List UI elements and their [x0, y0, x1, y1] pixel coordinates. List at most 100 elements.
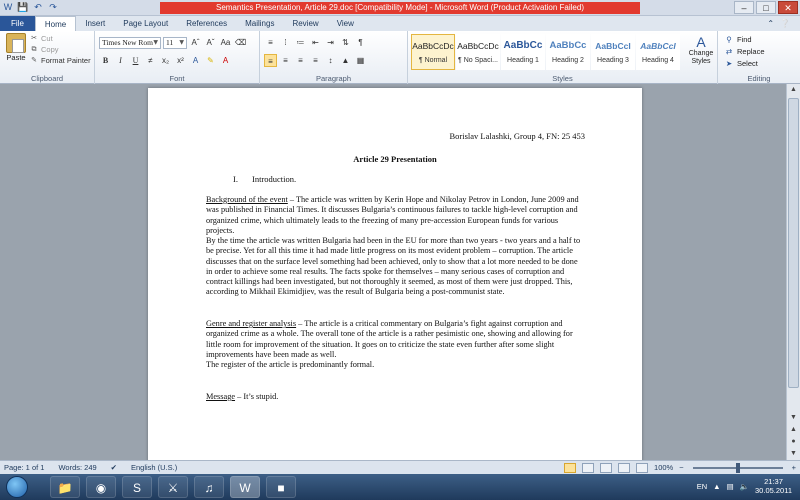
select-button[interactable]: ➤ Select [724, 58, 758, 70]
change-styles-icon: A [696, 34, 706, 50]
maximize-button[interactable]: □ [756, 1, 776, 14]
scroll-up-icon[interactable]: ▲ [787, 84, 800, 96]
bold-button[interactable]: B [99, 54, 112, 67]
author-line: Borislav Lalashki, Group 4, FN: 25 453 [449, 131, 585, 141]
full-screen-view-button[interactable] [582, 462, 595, 473]
style-heading-2[interactable]: AaBbCc Heading 2 [546, 34, 590, 70]
align-left-icon[interactable]: ≡ [264, 54, 277, 67]
subscript-icon[interactable]: x₂ [159, 54, 172, 67]
numbering-icon[interactable]: ⁞ [279, 36, 292, 49]
change-styles-button[interactable]: A Change Styles [686, 34, 716, 66]
zoom-out-icon[interactable]: − [679, 461, 683, 474]
italic-button[interactable]: I [114, 54, 127, 67]
redo-icon[interactable]: ↷ [47, 1, 59, 13]
word-app-icon[interactable]: W [2, 1, 14, 13]
font-size-select[interactable]: 11 ▼ [163, 36, 187, 49]
line-spacing-icon[interactable]: ↕ [324, 54, 337, 67]
tab-review[interactable]: Review [283, 16, 327, 31]
tab-mailings[interactable]: Mailings [236, 16, 283, 31]
taskbar: 📁 ◉ S ⚔ ♫ W ■ EN ▲ ▤ 🔈 21:37 30.05.2011 [0, 474, 800, 500]
vertical-scrollbar[interactable]: ▲ ▼ ▲ ● ▼ [786, 84, 800, 460]
grow-font-icon[interactable]: Aˆ [189, 36, 202, 49]
input-language[interactable]: EN [697, 482, 707, 491]
tab-page-layout[interactable]: Page Layout [114, 16, 177, 31]
app-taskbar-icon[interactable]: ■ [266, 476, 296, 498]
explorer-taskbar-icon[interactable]: 📁 [50, 476, 80, 498]
align-center-icon[interactable]: ≡ [279, 54, 292, 67]
zoom-slider-knob[interactable] [735, 462, 740, 473]
document-area[interactable]: Borislav Lalashki, Group 4, FN: 25 453 A… [0, 84, 786, 460]
style-normal[interactable]: AaBbCcDc ¶ Normal [411, 34, 455, 70]
pilcrow-icon[interactable]: ¶ [354, 36, 367, 49]
print-layout-view-button[interactable] [564, 462, 577, 473]
shading-icon[interactable]: ▲ [339, 54, 352, 67]
shrink-font-icon[interactable]: Aˇ [204, 36, 217, 49]
previous-page-icon[interactable]: ▲ [787, 424, 800, 436]
skype-taskbar-icon[interactable]: S [122, 476, 152, 498]
tab-insert[interactable]: Insert [76, 16, 114, 31]
ribbon-minimize-icon[interactable]: ⌃ [767, 16, 774, 31]
game-taskbar-icon[interactable]: ⚔ [158, 476, 188, 498]
word-count[interactable]: Words: 249 [58, 461, 96, 474]
document-page[interactable]: Borislav Lalashki, Group 4, FN: 25 453 A… [148, 88, 642, 460]
justify-icon[interactable]: ≡ [309, 54, 322, 67]
decrease-indent-icon[interactable]: ⇤ [309, 36, 322, 49]
start-button[interactable] [6, 476, 28, 498]
find-button[interactable]: ⚲ Find [724, 34, 751, 46]
zoom-in-icon[interactable]: + [792, 461, 796, 474]
tab-references[interactable]: References [177, 16, 236, 31]
clear-formatting-icon[interactable]: ⌫ [234, 36, 247, 49]
volume-icon[interactable]: 🔈 [740, 482, 749, 491]
zoom-level[interactable]: 100% [654, 461, 673, 474]
style-heading-4[interactable]: AaBbCcI Heading 4 [636, 34, 680, 70]
clipboard-group: Paste ✂ Cut ⧉ Copy ✎ Format Painter Clip… [0, 31, 95, 84]
close-button[interactable]: ✕ [778, 1, 798, 14]
copy-button[interactable]: ⧉ Copy [30, 44, 91, 55]
zoom-slider[interactable] [692, 462, 783, 473]
scroll-thumb[interactable] [788, 98, 799, 388]
clock[interactable]: 21:37 30.05.2011 [755, 477, 792, 495]
network-icon[interactable]: ▤ [727, 482, 734, 491]
font-family-select[interactable]: Times New Rom ▼ [99, 36, 161, 49]
web-layout-view-button[interactable] [600, 462, 613, 473]
media-taskbar-icon[interactable]: ♫ [194, 476, 224, 498]
browse-object-icon[interactable]: ● [787, 436, 800, 448]
page-count[interactable]: Page: 1 of 1 [4, 461, 44, 474]
draft-view-button[interactable] [636, 462, 649, 473]
save-icon[interactable]: 💾 [17, 1, 29, 13]
superscript-icon[interactable]: x² [174, 54, 187, 67]
undo-icon[interactable]: ↶ [32, 1, 44, 13]
strikethrough-icon[interactable]: ≠ [144, 54, 157, 67]
scroll-down-icon[interactable]: ▼ [787, 412, 800, 424]
language-indicator[interactable]: English (U.S.) [131, 461, 177, 474]
bullets-icon[interactable]: ≡ [264, 36, 277, 49]
text-effects-icon[interactable]: A [189, 54, 202, 67]
next-page-icon[interactable]: ▼ [787, 448, 800, 460]
sort-icon[interactable]: ⇅ [339, 36, 352, 49]
proofing-icon[interactable]: ✔ [111, 461, 117, 474]
cut-button[interactable]: ✂ Cut [30, 33, 91, 44]
replace-button[interactable]: ⇄ Replace [724, 46, 765, 58]
tab-view[interactable]: View [328, 16, 363, 31]
tray-arrow-icon[interactable]: ▲ [713, 482, 720, 491]
font-color-icon[interactable]: A [219, 54, 232, 67]
multilevel-list-icon[interactable]: ≔ [294, 36, 307, 49]
highlight-icon[interactable]: ✎ [204, 54, 217, 67]
style-heading-3[interactable]: AaBbCcI Heading 3 [591, 34, 635, 70]
underline-button[interactable]: U [129, 54, 142, 67]
style-heading-1[interactable]: AaBbCc Heading 1 [501, 34, 545, 70]
firefox-taskbar-icon[interactable]: ◉ [86, 476, 116, 498]
tab-home[interactable]: Home [34, 16, 77, 31]
help-icon[interactable]: ❔ [780, 16, 790, 31]
style-no-spacing[interactable]: AaBbCcDc ¶ No Spaci... [456, 34, 500, 70]
align-right-icon[interactable]: ≡ [294, 54, 307, 67]
paste-button[interactable]: Paste [4, 33, 28, 62]
borders-icon[interactable]: ▦ [354, 54, 367, 67]
tab-file[interactable]: File [0, 16, 35, 31]
minimize-button[interactable]: – [734, 1, 754, 14]
outline-view-button[interactable] [618, 462, 631, 473]
word-taskbar-icon[interactable]: W [230, 476, 260, 498]
change-case-icon[interactable]: Aa [219, 36, 232, 49]
increase-indent-icon[interactable]: ⇥ [324, 36, 337, 49]
format-painter-button[interactable]: ✎ Format Painter [30, 55, 91, 66]
